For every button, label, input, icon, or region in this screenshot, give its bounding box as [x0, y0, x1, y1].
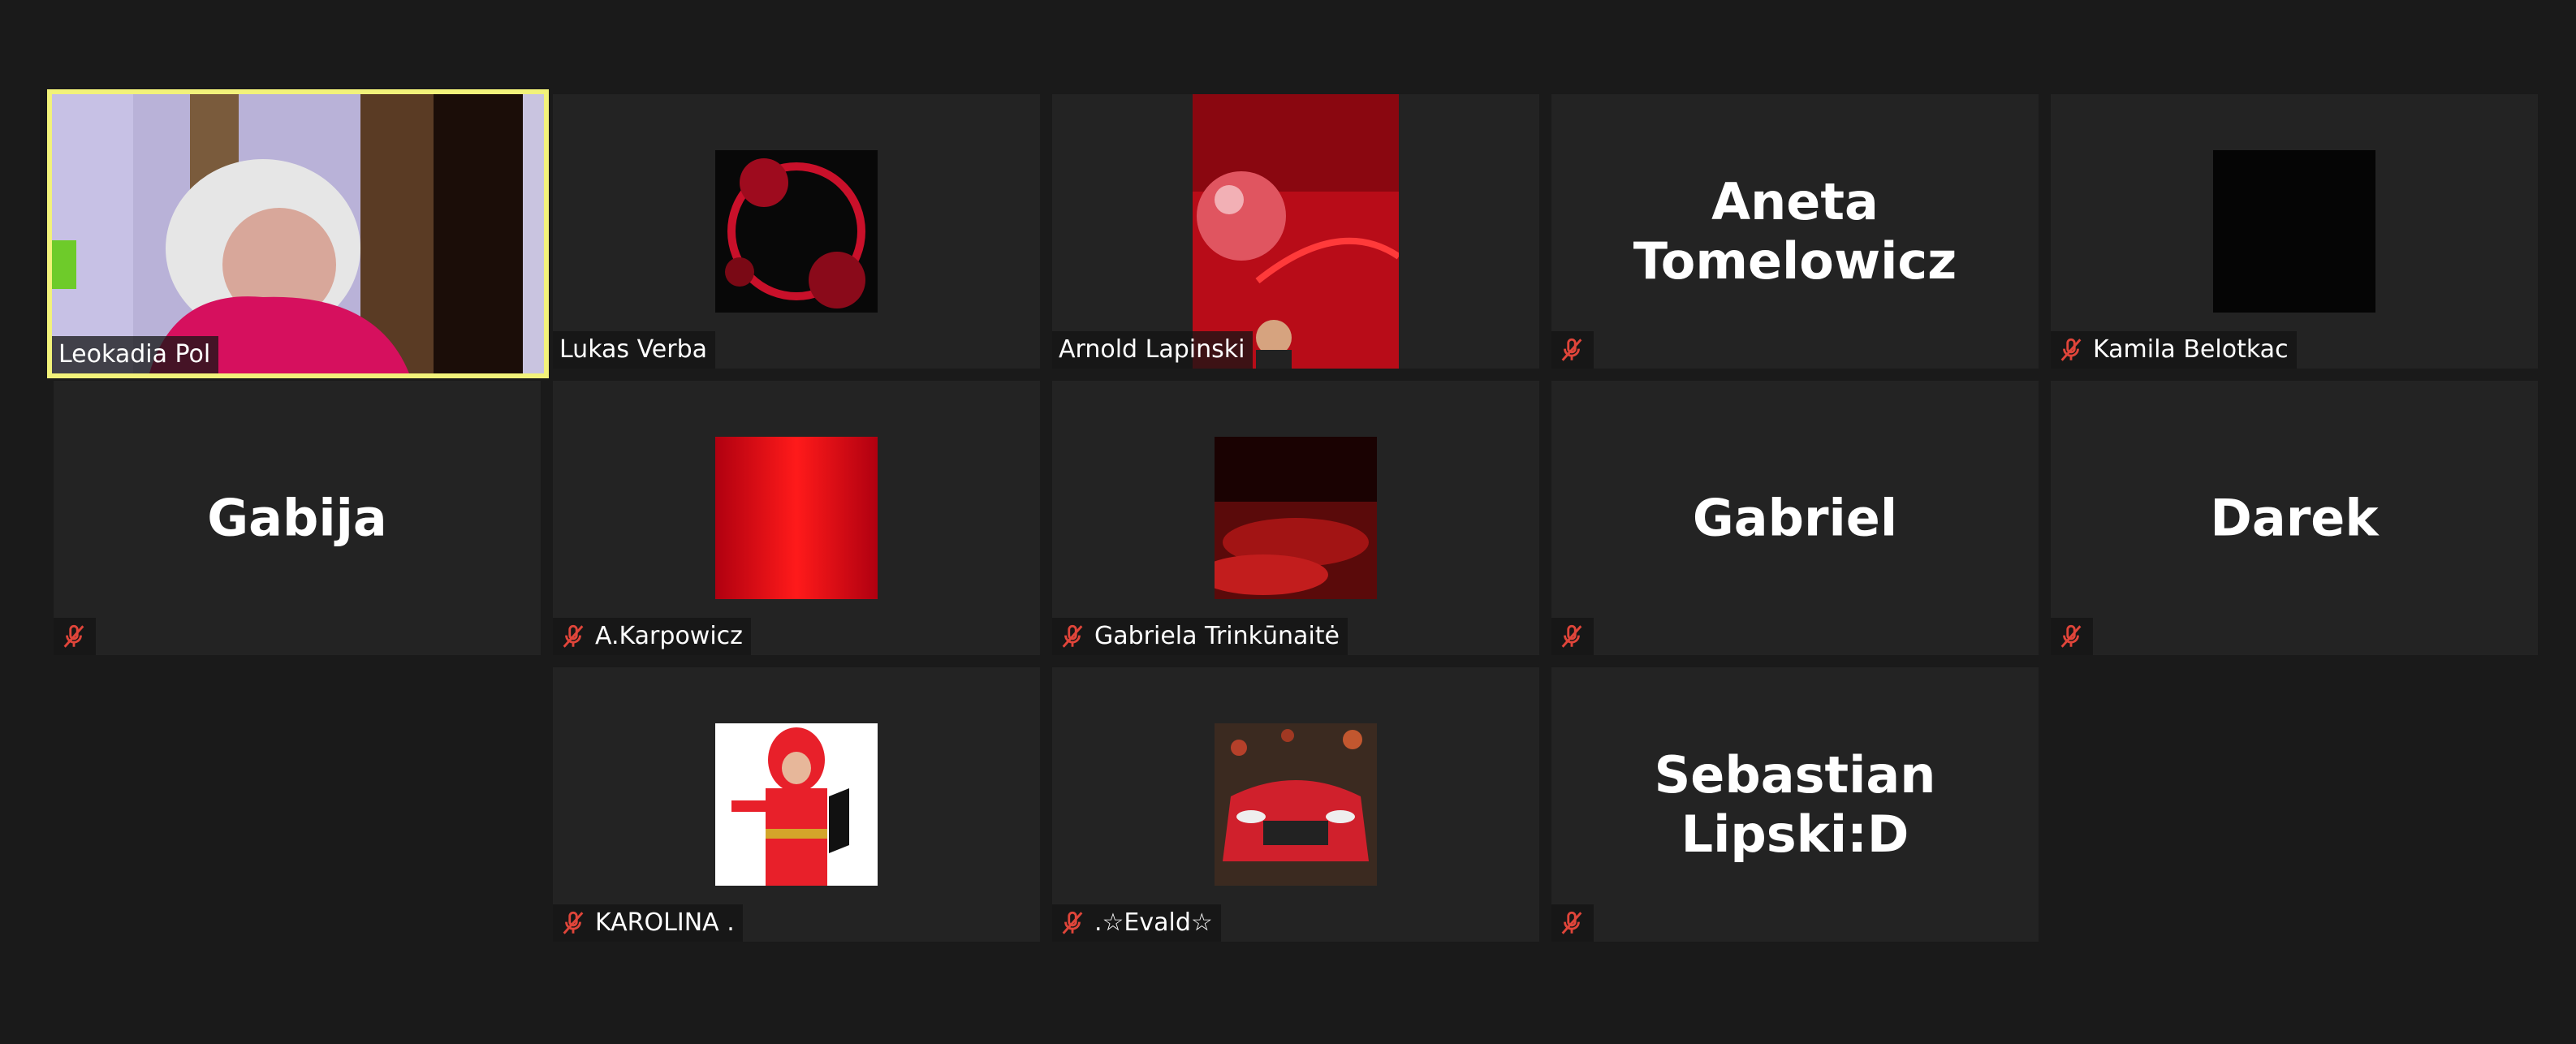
participant-name-label	[2051, 618, 2093, 655]
participant-name-label: KAROLINA .	[553, 904, 743, 942]
microphone-muted-icon	[1059, 623, 1086, 650]
profile-picture	[715, 723, 878, 886]
microphone-muted-icon	[559, 909, 587, 937]
participant-name-label	[1551, 618, 1594, 655]
participant-name-label: Lukas Verba	[553, 331, 716, 369]
video-tile-aneta-tomelowicz[interactable]: Aneta Tomelowicz	[1551, 94, 2039, 369]
microphone-muted-icon	[1558, 623, 1586, 650]
participant-display-name: Sebastian Lipski:D	[1654, 745, 1936, 864]
profile-picture	[715, 437, 878, 599]
video-tile-arnold-lapinski[interactable]: Arnold Lapinski	[1052, 94, 1539, 369]
video-tile-evald[interactable]: .☆Evald☆	[1052, 667, 1539, 942]
participant-name: Kamila Belotkac	[2093, 335, 2289, 364]
profile-picture	[1193, 94, 1399, 369]
participant-display-name: Darek	[2210, 488, 2379, 548]
participant-name-label	[54, 618, 96, 655]
participant-name-label: .☆Evald☆	[1052, 904, 1221, 942]
profile-picture	[1215, 437, 1377, 599]
participant-name-label: Kamila Belotkac	[2051, 331, 2297, 369]
microphone-muted-icon	[559, 623, 587, 650]
video-tile-gabija[interactable]: Gabija	[54, 381, 541, 655]
camera-feed	[52, 94, 544, 373]
profile-picture	[1215, 723, 1377, 886]
participant-name: Lukas Verba	[559, 335, 708, 364]
profile-picture	[715, 150, 878, 313]
microphone-muted-icon	[2057, 336, 2085, 364]
participant-name-label: Gabriela Trinkūnaitė	[1052, 618, 1348, 655]
participant-name-label: Leokadia Pol	[52, 336, 219, 373]
video-tile-a-karpowicz[interactable]: A.Karpowicz	[553, 381, 1040, 655]
participant-display-name: Gabriel	[1692, 488, 1898, 548]
participant-name-label	[1551, 331, 1594, 369]
participant-name-label	[1551, 904, 1594, 942]
video-tile-darek[interactable]: Darek	[2051, 381, 2538, 655]
microphone-muted-icon	[1558, 336, 1586, 364]
microphone-muted-icon	[60, 623, 88, 650]
participant-name: Arnold Lapinski	[1059, 335, 1245, 364]
video-tile-gabriel[interactable]: Gabriel	[1551, 381, 2039, 655]
video-tile-sebastian-lipski[interactable]: Sebastian Lipski:D	[1551, 667, 2039, 942]
microphone-muted-icon	[1059, 909, 1086, 937]
participant-display-name: Gabija	[207, 488, 387, 548]
participant-name: Leokadia Pol	[58, 340, 211, 369]
microphone-muted-icon	[2057, 623, 2085, 650]
participant-name: .☆Evald☆	[1094, 908, 1213, 937]
profile-picture	[2213, 150, 2375, 313]
participant-name: KAROLINA .	[595, 908, 735, 937]
video-tile-gabriela-trinkunaite[interactable]: Gabriela Trinkūnaitė	[1052, 381, 1539, 655]
microphone-muted-icon	[1558, 909, 1586, 937]
participant-name-label: Arnold Lapinski	[1052, 331, 1253, 369]
participant-name: A.Karpowicz	[595, 622, 743, 650]
video-tile-karolina[interactable]: KAROLINA .	[553, 667, 1040, 942]
video-tile-kamila-belotkac[interactable]: Kamila Belotkac	[2051, 94, 2538, 369]
video-tile-lukas-verba[interactable]: Lukas Verba	[553, 94, 1040, 369]
video-tile-leokadia-pol[interactable]: Leokadia Pol	[47, 89, 549, 378]
participant-name: Gabriela Trinkūnaitė	[1094, 622, 1340, 650]
participant-name-label: A.Karpowicz	[553, 618, 751, 655]
participant-display-name: Aneta Tomelowicz	[1633, 172, 1957, 291]
